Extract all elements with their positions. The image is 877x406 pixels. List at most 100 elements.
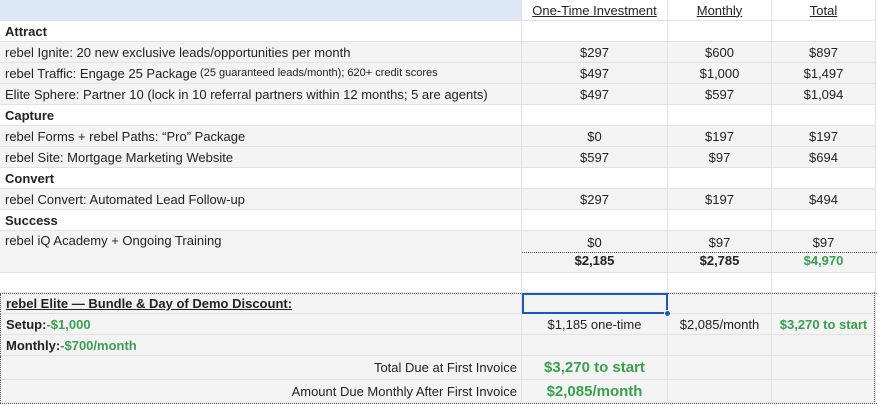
monthly-discount: -$700/month <box>60 337 137 353</box>
table-row: rebel Site: Mortgage Marketing Website $… <box>0 147 877 168</box>
section-row-attract: Attract <box>0 21 877 42</box>
item-total[interactable]: $1,094 <box>772 84 876 105</box>
header-row: One-Time Investment Monthly Total <box>0 0 877 21</box>
empty-cell[interactable] <box>772 356 876 380</box>
table-row: rebel Forms + rebel Paths: “Pro” Package… <box>0 126 877 147</box>
total-monthly: $2,785 <box>699 252 740 268</box>
item-label[interactable]: rebel Convert: Automated Lead Follow-up <box>0 189 522 210</box>
spacer-row <box>0 273 877 293</box>
item-one-time[interactable]: $297 <box>522 42 668 63</box>
empty-cell[interactable] <box>668 21 772 42</box>
empty-cell[interactable] <box>772 105 876 126</box>
due-first-value[interactable]: $3,270 to start <box>522 356 668 380</box>
item-monthly[interactable]: $1,000 <box>668 63 772 84</box>
item-label[interactable]: rebel Forms + rebel Paths: “Pro” Package <box>0 126 522 147</box>
table-row: rebel Convert: Automated Lead Follow-up … <box>0 189 877 210</box>
empty-cell[interactable] <box>522 168 668 189</box>
setup-cell[interactable]: Setup: -$1,000 <box>0 314 522 335</box>
empty-cell[interactable] <box>772 168 876 189</box>
header-one-time[interactable]: One-Time Investment <box>522 0 668 21</box>
empty-cell[interactable] <box>668 210 772 231</box>
bundle-monthly[interactable]: $2,085/month <box>668 314 772 335</box>
item-total[interactable]: $1,497 <box>772 63 876 84</box>
item-total: $97 <box>812 234 835 250</box>
section-title-success[interactable]: Success <box>0 210 522 231</box>
bundle-one-time[interactable]: $1,185 one-time <box>522 314 668 335</box>
empty-cell[interactable] <box>0 273 522 293</box>
item-one-time: $0 <box>587 234 602 250</box>
item-label[interactable]: Elite Sphere: Partner 10 (lock in 10 ref… <box>0 84 522 105</box>
monthly-cell[interactable]: Monthly: -$700/month <box>0 335 522 356</box>
item-monthly[interactable]: $97 <box>668 147 772 168</box>
due-first-label[interactable]: Total Due at First Invoice <box>0 356 522 380</box>
empty-cell[interactable] <box>772 273 876 293</box>
item-monthly[interactable]: $197 <box>668 126 772 147</box>
item-note: (25 guaranteed leads/month); 620+ credit… <box>197 67 438 79</box>
item-one-time[interactable]: $497 <box>522 63 668 84</box>
setup-label: Setup: <box>6 316 47 332</box>
item-monthly[interactable]: $197 <box>668 189 772 210</box>
item-one-time[interactable]: $297 <box>522 189 668 210</box>
section-title-attract[interactable]: Attract <box>0 21 522 42</box>
item-one-time[interactable]: $497 <box>522 84 668 105</box>
item-total[interactable]: $197 <box>772 126 876 147</box>
empty-cell[interactable] <box>668 105 772 126</box>
item-monthly[interactable]: $597 <box>668 84 772 105</box>
header-label-cell[interactable] <box>0 0 522 21</box>
bundle-title-row: rebel Elite — Bundle & Day of Demo Disco… <box>0 293 877 314</box>
due-monthly-value[interactable]: $2,085/month <box>522 380 668 403</box>
item-label[interactable]: rebel Ignite: 20 new exclusive leads/opp… <box>0 42 522 63</box>
empty-cell[interactable] <box>522 21 668 42</box>
item-label-text: rebel iQ Academy + Ongoing Training <box>5 233 222 248</box>
cell-selection-box[interactable] <box>522 293 668 314</box>
item-label-cell[interactable]: rebel Traffic: Engage 25 Package (25 gua… <box>0 63 522 84</box>
totals-divider <box>522 252 877 253</box>
empty-cell[interactable] <box>522 210 668 231</box>
item-total[interactable]: $494 <box>772 189 876 210</box>
item-total[interactable]: $694 <box>772 147 876 168</box>
section-row-capture: Capture <box>0 105 877 126</box>
header-monthly[interactable]: Monthly <box>668 0 772 21</box>
item-one-time[interactable]: $0 <box>522 126 668 147</box>
section-title-capture[interactable]: Capture <box>0 105 522 126</box>
section-row-success: Success <box>0 210 877 231</box>
section-title-convert[interactable]: Convert <box>0 168 522 189</box>
empty-cell[interactable] <box>772 294 876 314</box>
empty-cell[interactable] <box>668 168 772 189</box>
bundle-monthly-row: Monthly: -$700/month <box>0 335 877 356</box>
item-total[interactable]: $897 <box>772 42 876 63</box>
item-label: rebel Traffic: Engage 25 Package <box>5 65 197 81</box>
section-row-convert: Convert <box>0 168 877 189</box>
empty-cell[interactable] <box>772 21 876 42</box>
grand-total: $4,970 <box>803 252 844 268</box>
empty-cell[interactable] <box>668 380 772 403</box>
due-monthly-label[interactable]: Amount Due Monthly After First Invoice <box>0 380 522 403</box>
empty-cell[interactable] <box>522 105 668 126</box>
fill-handle[interactable] <box>664 310 671 317</box>
table-row: rebel Ignite: 20 new exclusive leads/opp… <box>0 42 877 63</box>
setup-discount: -$1,000 <box>46 316 91 332</box>
bundle-total[interactable]: $3,270 to start <box>772 314 876 335</box>
empty-cell[interactable] <box>668 294 772 314</box>
item-one-time[interactable]: $597 <box>522 147 668 168</box>
due-monthly-row: Amount Due Monthly After First Invoice $… <box>0 380 877 403</box>
dotted-border-right <box>874 292 875 404</box>
table-row: Elite Sphere: Partner 10 (lock in 10 ref… <box>0 84 877 105</box>
empty-cell[interactable] <box>772 210 876 231</box>
empty-cell[interactable] <box>772 380 876 403</box>
dotted-border-bottom <box>0 403 877 404</box>
item-monthly[interactable]: $600 <box>668 42 772 63</box>
empty-cell[interactable] <box>522 273 668 293</box>
bundle-title[interactable]: rebel Elite — Bundle & Day of Demo Disco… <box>0 294 522 314</box>
empty-cell[interactable] <box>668 273 772 293</box>
header-total[interactable]: Total <box>772 0 876 21</box>
item-label[interactable]: rebel Site: Mortgage Marketing Website <box>0 147 522 168</box>
item-monthly: $97 <box>708 234 731 250</box>
empty-cell[interactable] <box>668 335 772 356</box>
total-one-time: $2,185 <box>574 252 615 268</box>
item-label[interactable]: rebel iQ Academy + Ongoing Training <box>0 231 522 273</box>
empty-cell[interactable] <box>668 356 772 380</box>
empty-cell[interactable] <box>772 335 876 356</box>
empty-cell[interactable] <box>522 335 668 356</box>
monthly-label: Monthly: <box>6 337 61 353</box>
